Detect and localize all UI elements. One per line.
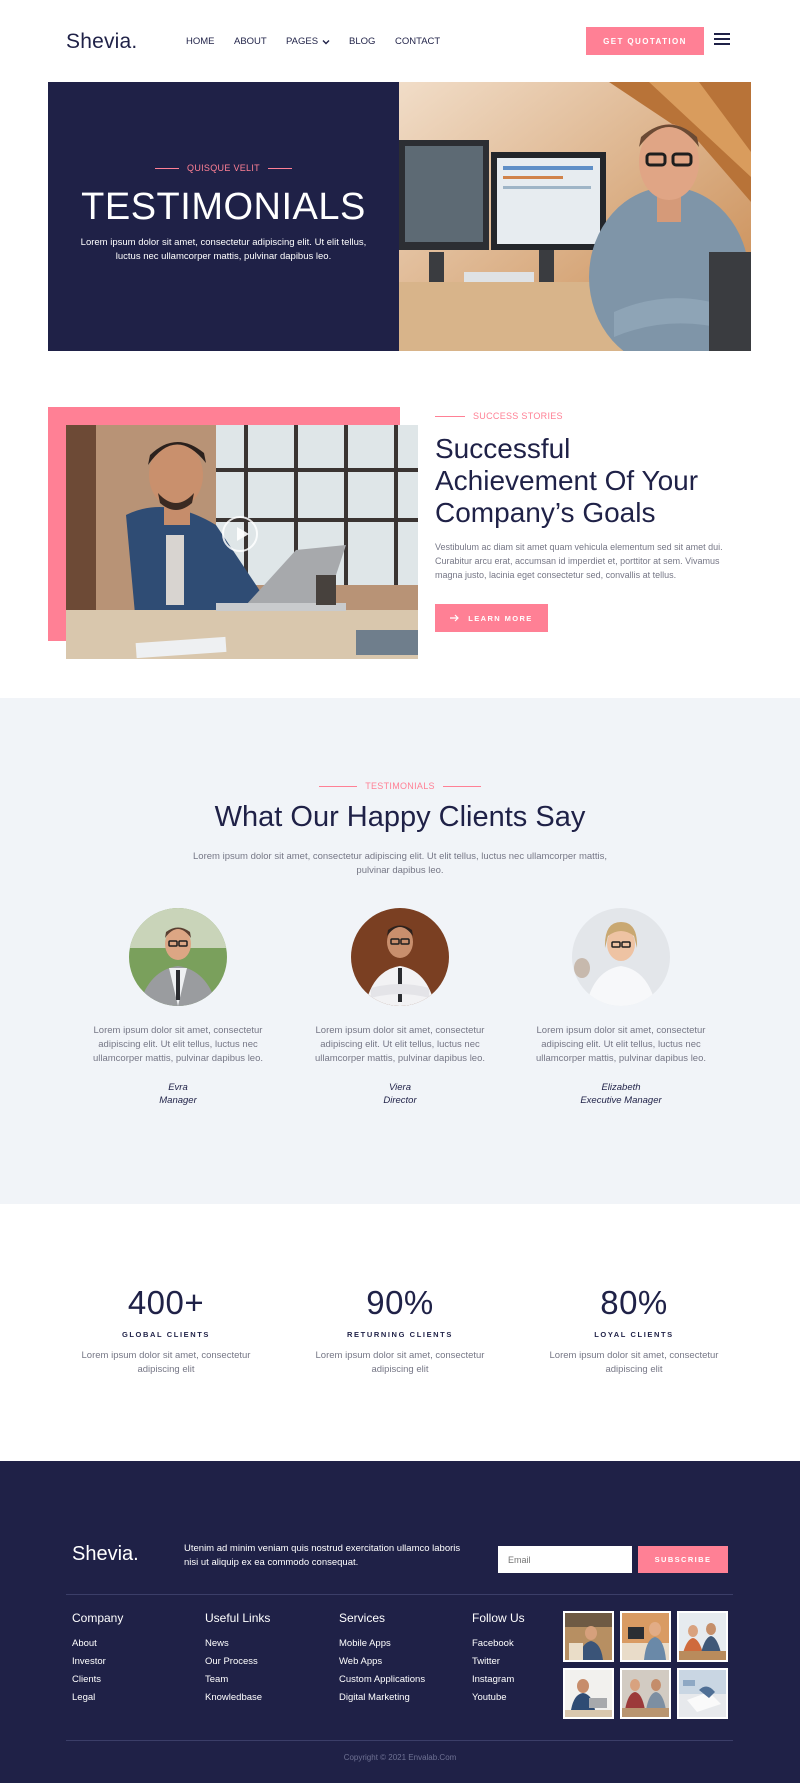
testimonial-role: Executive Manager [580, 1095, 662, 1106]
footer-link[interactable]: Knowledbase [205, 1692, 270, 1703]
footer-link[interactable]: Clients [72, 1674, 123, 1685]
eyebrow-line [435, 415, 465, 417]
page-title: TESTIMONIALS [81, 186, 366, 228]
chevron-down-icon [322, 39, 330, 44]
stat-number: 400+ [127, 1284, 205, 1321]
hero-image-man-at-desk [399, 82, 751, 351]
footer-link[interactable]: Our Process [205, 1656, 270, 1667]
footer-column-company: Company About Investor Clients Legal [72, 1611, 123, 1710]
testimonial-card: Lorem ipsum dolor sit amet, consectetur … [78, 908, 278, 1106]
testimonial-quote: Lorem ipsum dolor sit amet, consectetur … [314, 1025, 486, 1064]
footer-column-title: Follow Us [472, 1611, 525, 1625]
nav-blog[interactable]: BLOG [349, 36, 375, 47]
footer-link[interactable]: Team [205, 1674, 270, 1685]
avatar [572, 908, 670, 1006]
footer-column-title: Company [72, 1611, 124, 1625]
subscribe-button[interactable]: SUBSCRIBE [638, 1546, 728, 1573]
testimonial-name: Evra [168, 1082, 188, 1093]
footer-link[interactable]: News [205, 1638, 270, 1649]
arrow-right-icon [450, 614, 460, 622]
footer-column-title: Services [339, 1611, 386, 1625]
gallery-thumbnail[interactable] [620, 1611, 671, 1662]
success-eyebrow-text: SUCCESS STORIES [473, 411, 563, 421]
hero-eyebrow-text: QUISQUE VELIT [187, 163, 260, 173]
footer-divider [66, 1594, 733, 1595]
stat-description: Lorem ipsum dolor sit amet, consectetur … [81, 1350, 251, 1375]
nav-contact[interactable]: CONTACT [395, 36, 440, 47]
nav-home[interactable]: HOME [186, 36, 215, 47]
footer-gallery [563, 1611, 728, 1719]
footer-link[interactable]: Youtube [472, 1692, 525, 1703]
stat-label: RETURNING CLIENTS [347, 1330, 453, 1339]
gallery-thumbnail[interactable] [563, 1668, 614, 1719]
testimonials-eyebrow: TESTIMONIALS [0, 781, 800, 791]
eyebrow-line [319, 785, 358, 787]
learn-more-button[interactable]: LEARN MORE [435, 604, 548, 632]
gallery-thumbnail[interactable] [677, 1668, 728, 1719]
stat-block: 90% RETURNING CLIENTS Lorem ipsum dolor … [300, 1284, 500, 1377]
testimonial-quote: Lorem ipsum dolor sit amet, consectetur … [535, 1025, 707, 1064]
testimonials-title: What Our Happy Clients Say [214, 801, 586, 833]
footer-link[interactable]: Legal [72, 1692, 123, 1703]
footer-link[interactable]: Digital Marketing [339, 1692, 425, 1703]
success-text: Vestibulum ac diam sit amet quam vehicul… [435, 542, 723, 580]
success-title: Successful Achievement Of Your Company’s… [435, 433, 699, 528]
hero-subtitle: Lorem ipsum dolor sit amet, consectetur … [80, 237, 367, 262]
nav-about[interactable]: ABOUT [234, 36, 267, 47]
footer-link[interactable]: Web Apps [339, 1656, 425, 1667]
success-eyebrow: SUCCESS STORIES [435, 411, 563, 421]
stat-number: 80% [600, 1284, 668, 1321]
footer-link[interactable]: Custom Applications [339, 1674, 425, 1685]
gallery-thumbnail[interactable] [677, 1611, 728, 1662]
footer-column-useful-links: Useful Links News Our Process Team Knowl… [205, 1611, 270, 1710]
testimonial-card: Lorem ipsum dolor sit amet, consectetur … [300, 908, 500, 1106]
testimonial-name: Elizabeth [601, 1082, 641, 1093]
footer-link[interactable]: Instagram [472, 1674, 525, 1685]
play-icon[interactable] [222, 516, 258, 552]
hamburger-icon[interactable] [714, 33, 730, 45]
stat-block: 80% LOYAL CLIENTS Lorem ipsum dolor sit … [534, 1284, 734, 1377]
testimonials-eyebrow-text: TESTIMONIALS [365, 781, 435, 791]
testimonial-quote: Lorem ipsum dolor sit amet, consectetur … [92, 1025, 264, 1064]
email-field[interactable] [498, 1546, 632, 1573]
footer-logo[interactable]: Shevia. [72, 1543, 139, 1566]
stat-description: Lorem ipsum dolor sit amet, consectetur … [549, 1350, 719, 1375]
footer-column-services: Services Mobile Apps Web Apps Custom App… [339, 1611, 425, 1710]
gallery-thumbnail[interactable] [620, 1668, 671, 1719]
hero-eyebrow: QUISQUE VELIT [48, 163, 399, 173]
learn-more-label: LEARN MORE [468, 613, 533, 623]
footer-column-follow-us: Follow Us Facebook Twitter Instagram You… [472, 1611, 525, 1710]
testimonial-card: Lorem ipsum dolor sit amet, consectetur … [521, 908, 721, 1106]
footer-link[interactable]: Mobile Apps [339, 1638, 425, 1649]
footer-column-title: Useful Links [205, 1611, 271, 1625]
stat-label: LOYAL CLIENTS [594, 1330, 674, 1339]
nav-pages[interactable]: PAGES [286, 36, 330, 47]
stat-description: Lorem ipsum dolor sit amet, consectetur … [315, 1350, 485, 1375]
testimonial-role: Manager [159, 1095, 197, 1106]
get-quotation-button[interactable]: GET QUOTATION [586, 27, 704, 55]
copyright: Copyright © 2021 Envalab.Com [343, 1753, 457, 1762]
avatar [129, 908, 227, 1006]
nav-pages-label: PAGES [286, 36, 319, 47]
site-logo[interactable]: Shevia. [66, 30, 137, 54]
footer-link[interactable]: Investor [72, 1656, 123, 1667]
testimonial-name: Viera [388, 1082, 411, 1093]
stat-block: 400+ GLOBAL CLIENTS Lorem ipsum dolor si… [66, 1284, 266, 1377]
testimonial-role: Director [383, 1095, 417, 1106]
avatar [351, 908, 449, 1006]
eyebrow-line [442, 785, 481, 787]
gallery-thumbnail[interactable] [563, 1611, 614, 1662]
stat-label: GLOBAL CLIENTS [121, 1330, 211, 1339]
stat-number: 90% [366, 1284, 434, 1321]
footer-divider [66, 1740, 733, 1741]
eyebrow-line [155, 167, 180, 169]
footer-text: Utenim ad minim veniam quis nostrud exer… [184, 1543, 461, 1568]
footer-link[interactable]: About [72, 1638, 123, 1649]
testimonials-subtitle: Lorem ipsum dolor sit amet, consectetur … [193, 851, 607, 876]
eyebrow-line [267, 167, 292, 169]
footer-link[interactable]: Twitter [472, 1656, 525, 1667]
footer-link[interactable]: Facebook [472, 1638, 525, 1649]
